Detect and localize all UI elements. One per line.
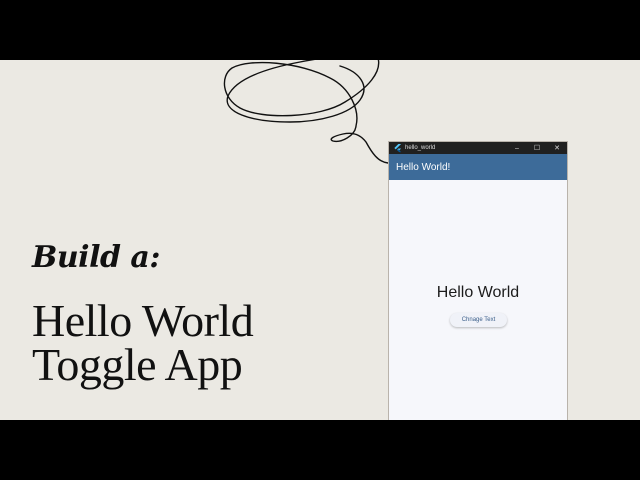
window-title: hello_world	[405, 145, 436, 151]
subtitle: Build a:	[32, 240, 160, 275]
letterbox-top	[0, 0, 640, 60]
title-line-2: Toggle App	[32, 339, 243, 390]
close-button[interactable]: ✕	[547, 142, 567, 154]
minimize-button[interactable]: –	[507, 142, 527, 154]
title-line-1: Hello World	[32, 295, 254, 346]
change-text-button[interactable]: Chnage Text	[450, 313, 507, 327]
app-bar-title: Hello World!	[396, 161, 451, 173]
app-body: Hello World Chnage Text	[389, 180, 567, 420]
window-controls: – ☐ ✕	[507, 142, 567, 154]
app-bar: Hello World!	[389, 154, 567, 180]
app-window: hello_world – ☐ ✕ Hello World! Hello Wor…	[388, 141, 568, 420]
slide: Build a: Hello World Toggle App hello_wo…	[0, 60, 640, 420]
flutter-icon	[394, 143, 402, 152]
hello-text: Hello World	[436, 284, 520, 301]
letterbox-bottom	[0, 420, 640, 480]
maximize-button[interactable]: ☐	[527, 142, 547, 154]
window-titlebar[interactable]: hello_world – ☐ ✕	[389, 142, 567, 154]
